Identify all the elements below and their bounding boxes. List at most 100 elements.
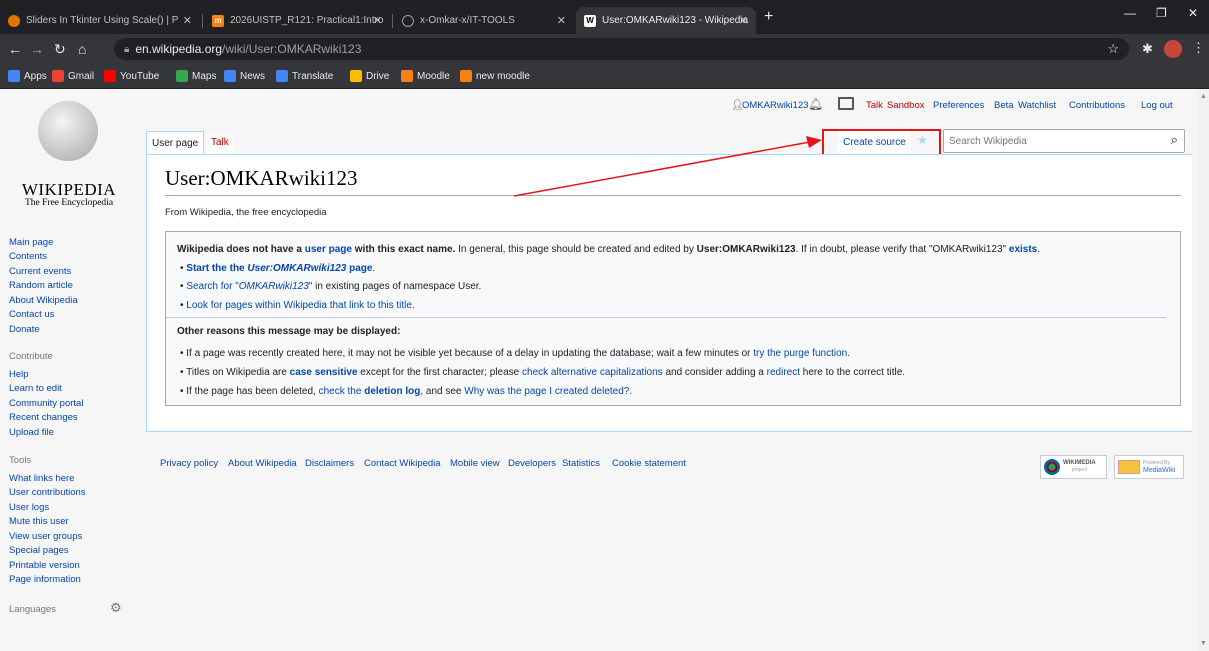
- bookmark-star-icon[interactable]: ☆: [1107, 41, 1119, 57]
- sidebar-item-random-article[interactable]: Random article: [9, 280, 73, 291]
- sidebar-item-learn-to-edit[interactable]: Learn to edit: [9, 383, 62, 394]
- tab-talk[interactable]: Talk: [206, 131, 234, 154]
- notice-reason: • Titles on Wikipedia are case sensitive…: [180, 367, 906, 378]
- logout-link[interactable]: Log out: [1141, 100, 1173, 111]
- tab-practical[interactable]: m 2026UISTP_R121: Practical1:Intro ✕: [204, 7, 390, 34]
- search-icon[interactable]: ⌕: [1171, 132, 1178, 148]
- bookmarks-bar: Apps Gmail YouTube Maps News Translate D…: [0, 64, 1209, 89]
- bookmark-apps[interactable]: Apps: [8, 70, 47, 82]
- bookmark-maps[interactable]: Maps: [176, 70, 216, 82]
- extensions-icon[interactable]: ✱: [1142, 41, 1153, 57]
- footer-disclaimers[interactable]: Disclaimers: [305, 458, 354, 469]
- tab-github[interactable]: x-Omkar-x/IT-TOOLS ✕: [394, 7, 574, 34]
- bookmark-news[interactable]: News: [224, 70, 265, 82]
- close-tab-icon[interactable]: ✕: [557, 14, 566, 27]
- footer-statistics[interactable]: Statistics: [562, 458, 600, 469]
- scroll-down-arrow-icon[interactable]: ▼: [1200, 640, 1207, 647]
- sidebar-item-community-portal[interactable]: Community portal: [9, 398, 83, 409]
- close-tab-icon[interactable]: ✕: [373, 14, 382, 27]
- close-window-button[interactable]: ✕: [1188, 6, 1198, 20]
- sidebar-item-recent-changes[interactable]: Recent changes: [9, 412, 78, 423]
- close-tab-icon[interactable]: ✕: [739, 14, 748, 27]
- reload-icon[interactable]: ↻: [54, 41, 66, 57]
- bookmark-youtube[interactable]: YouTube: [104, 70, 159, 82]
- bookmark-gmail[interactable]: Gmail: [52, 70, 94, 82]
- page-scrollbar[interactable]: ▲ ▼: [1197, 89, 1209, 651]
- contributions-link[interactable]: Contributions: [1069, 100, 1125, 111]
- footer-cookie-statement[interactable]: Cookie statement: [612, 458, 686, 469]
- sidebar-item-printable-version[interactable]: Printable version: [9, 560, 80, 571]
- youtube-icon: [104, 70, 116, 82]
- language-settings-gear-icon[interactable]: ⚙: [110, 600, 122, 616]
- mediawiki-badge[interactable]: Powered By MediaWiki: [1114, 455, 1184, 479]
- notifications-bell-icon[interactable]: 🔔︎: [808, 97, 823, 111]
- github-icon: [402, 14, 414, 27]
- wikipedia-page: WIKIPEDIA The Free Encyclopedia Main pag…: [0, 89, 1209, 651]
- sidebar-item-help[interactable]: Help: [9, 369, 29, 380]
- search-for-link[interactable]: Search for "OMKARwiki123": [186, 281, 312, 292]
- case-sensitive-link[interactable]: case sensitive: [290, 367, 358, 378]
- footer-contact[interactable]: Contact Wikipedia: [364, 458, 441, 469]
- sidebar-item-user-contributions[interactable]: User contributions: [9, 487, 86, 498]
- deletion-log-link[interactable]: check the deletion log: [319, 386, 421, 397]
- sidebar-item-about[interactable]: About Wikipedia: [9, 295, 78, 306]
- restore-button[interactable]: ❐: [1156, 6, 1167, 20]
- no-user-page-notice: Wikipedia does not have a user page with…: [165, 231, 1181, 406]
- personal-talk-link[interactable]: Talk: [866, 100, 883, 111]
- check-capitalizations-link[interactable]: check alternative capitalizations: [522, 367, 663, 378]
- redirect-link[interactable]: redirect: [767, 367, 800, 378]
- chrome-menu-icon[interactable]: ⋮: [1192, 40, 1205, 56]
- footer-mobile-view[interactable]: Mobile view: [450, 458, 500, 469]
- mediawiki-logo-icon: [1118, 460, 1140, 474]
- beta-link[interactable]: Beta: [994, 100, 1014, 111]
- new-tab-button[interactable]: +: [764, 8, 773, 26]
- back-arrow-icon[interactable]: ←: [8, 41, 22, 57]
- tab-sliders[interactable]: Sliders In Tkinter Using Scale() | P ✕: [0, 7, 200, 34]
- footer-privacy-policy[interactable]: Privacy policy: [160, 458, 218, 469]
- watchlist-link[interactable]: Watchlist: [1018, 100, 1056, 111]
- exists-link[interactable]: exists: [1009, 244, 1037, 255]
- footer-about[interactable]: About Wikipedia: [228, 458, 297, 469]
- sidebar-item-what-links-here[interactable]: What links here: [9, 473, 74, 484]
- tab-wikipedia[interactable]: W User:OMKARwiki123 - Wikipedia ✕: [576, 7, 756, 34]
- address-bar[interactable]: 🔒︎ en.wikipedia.org/wiki/User:OMKARwiki1…: [114, 38, 1129, 60]
- wikipedia-logo[interactable]: [20, 101, 116, 179]
- sidebar-item-user-logs[interactable]: User logs: [9, 502, 49, 513]
- sidebar-item-special-pages[interactable]: Special pages: [9, 545, 69, 556]
- home-icon[interactable]: ⌂: [78, 41, 86, 57]
- sidebar-item-contents[interactable]: Contents: [9, 251, 47, 262]
- notices-tray-icon[interactable]: [838, 97, 854, 110]
- username-link[interactable]: OMKARwiki123: [742, 100, 809, 111]
- minimize-button[interactable]: —: [1124, 6, 1136, 20]
- search-input[interactable]: [949, 133, 1159, 149]
- purge-link[interactable]: try the purge function: [753, 348, 847, 359]
- start-page-link[interactable]: Start the the User:OMKARwiki123 page: [186, 263, 372, 274]
- sidebar-item-current-events[interactable]: Current events: [9, 266, 71, 277]
- sandbox-link[interactable]: Sandbox: [887, 100, 925, 111]
- footer-developers[interactable]: Developers: [508, 458, 556, 469]
- tab-user-page[interactable]: User page: [146, 131, 205, 155]
- preferences-link[interactable]: Preferences: [933, 100, 984, 111]
- search-box[interactable]: ⌕: [943, 129, 1185, 153]
- sidebar-item-main-page[interactable]: Main page: [9, 237, 53, 248]
- user-page-link[interactable]: user page: [305, 244, 352, 255]
- bookmark-moodle[interactable]: Moodle: [401, 70, 450, 82]
- scroll-up-arrow-icon[interactable]: ▲: [1200, 93, 1207, 100]
- profile-avatar[interactable]: [1164, 40, 1182, 58]
- sidebar-item-upload-file[interactable]: Upload file: [9, 427, 54, 438]
- sidebar-item-page-information[interactable]: Page information: [9, 574, 81, 585]
- wikimedia-badge[interactable]: WIKIMEDIA project: [1040, 455, 1107, 479]
- close-tab-icon[interactable]: ✕: [183, 14, 192, 27]
- look-for-pages-link[interactable]: Look for pages within Wikipedia that lin…: [186, 300, 414, 311]
- browser-toolbar: ← → ↻ ⌂ 🔒︎ en.wikipedia.org/wiki/User:OM…: [0, 34, 1209, 64]
- sidebar-item-donate[interactable]: Donate: [9, 324, 40, 335]
- bookmark-translate[interactable]: Translate: [276, 70, 333, 82]
- sidebar-item-contact[interactable]: Contact us: [9, 309, 54, 320]
- why-deleted-link[interactable]: Why was the page I created deleted?: [464, 386, 629, 397]
- forward-arrow-icon[interactable]: →: [30, 41, 44, 57]
- bookmark-new-moodle[interactable]: new moodle: [460, 70, 530, 82]
- sidebar-heading-languages: Languages: [9, 604, 57, 615]
- bookmark-drive[interactable]: Drive: [350, 70, 389, 82]
- sidebar-item-view-user-groups[interactable]: View user groups: [9, 531, 82, 542]
- sidebar-item-mute-user[interactable]: Mute this user: [9, 516, 69, 527]
